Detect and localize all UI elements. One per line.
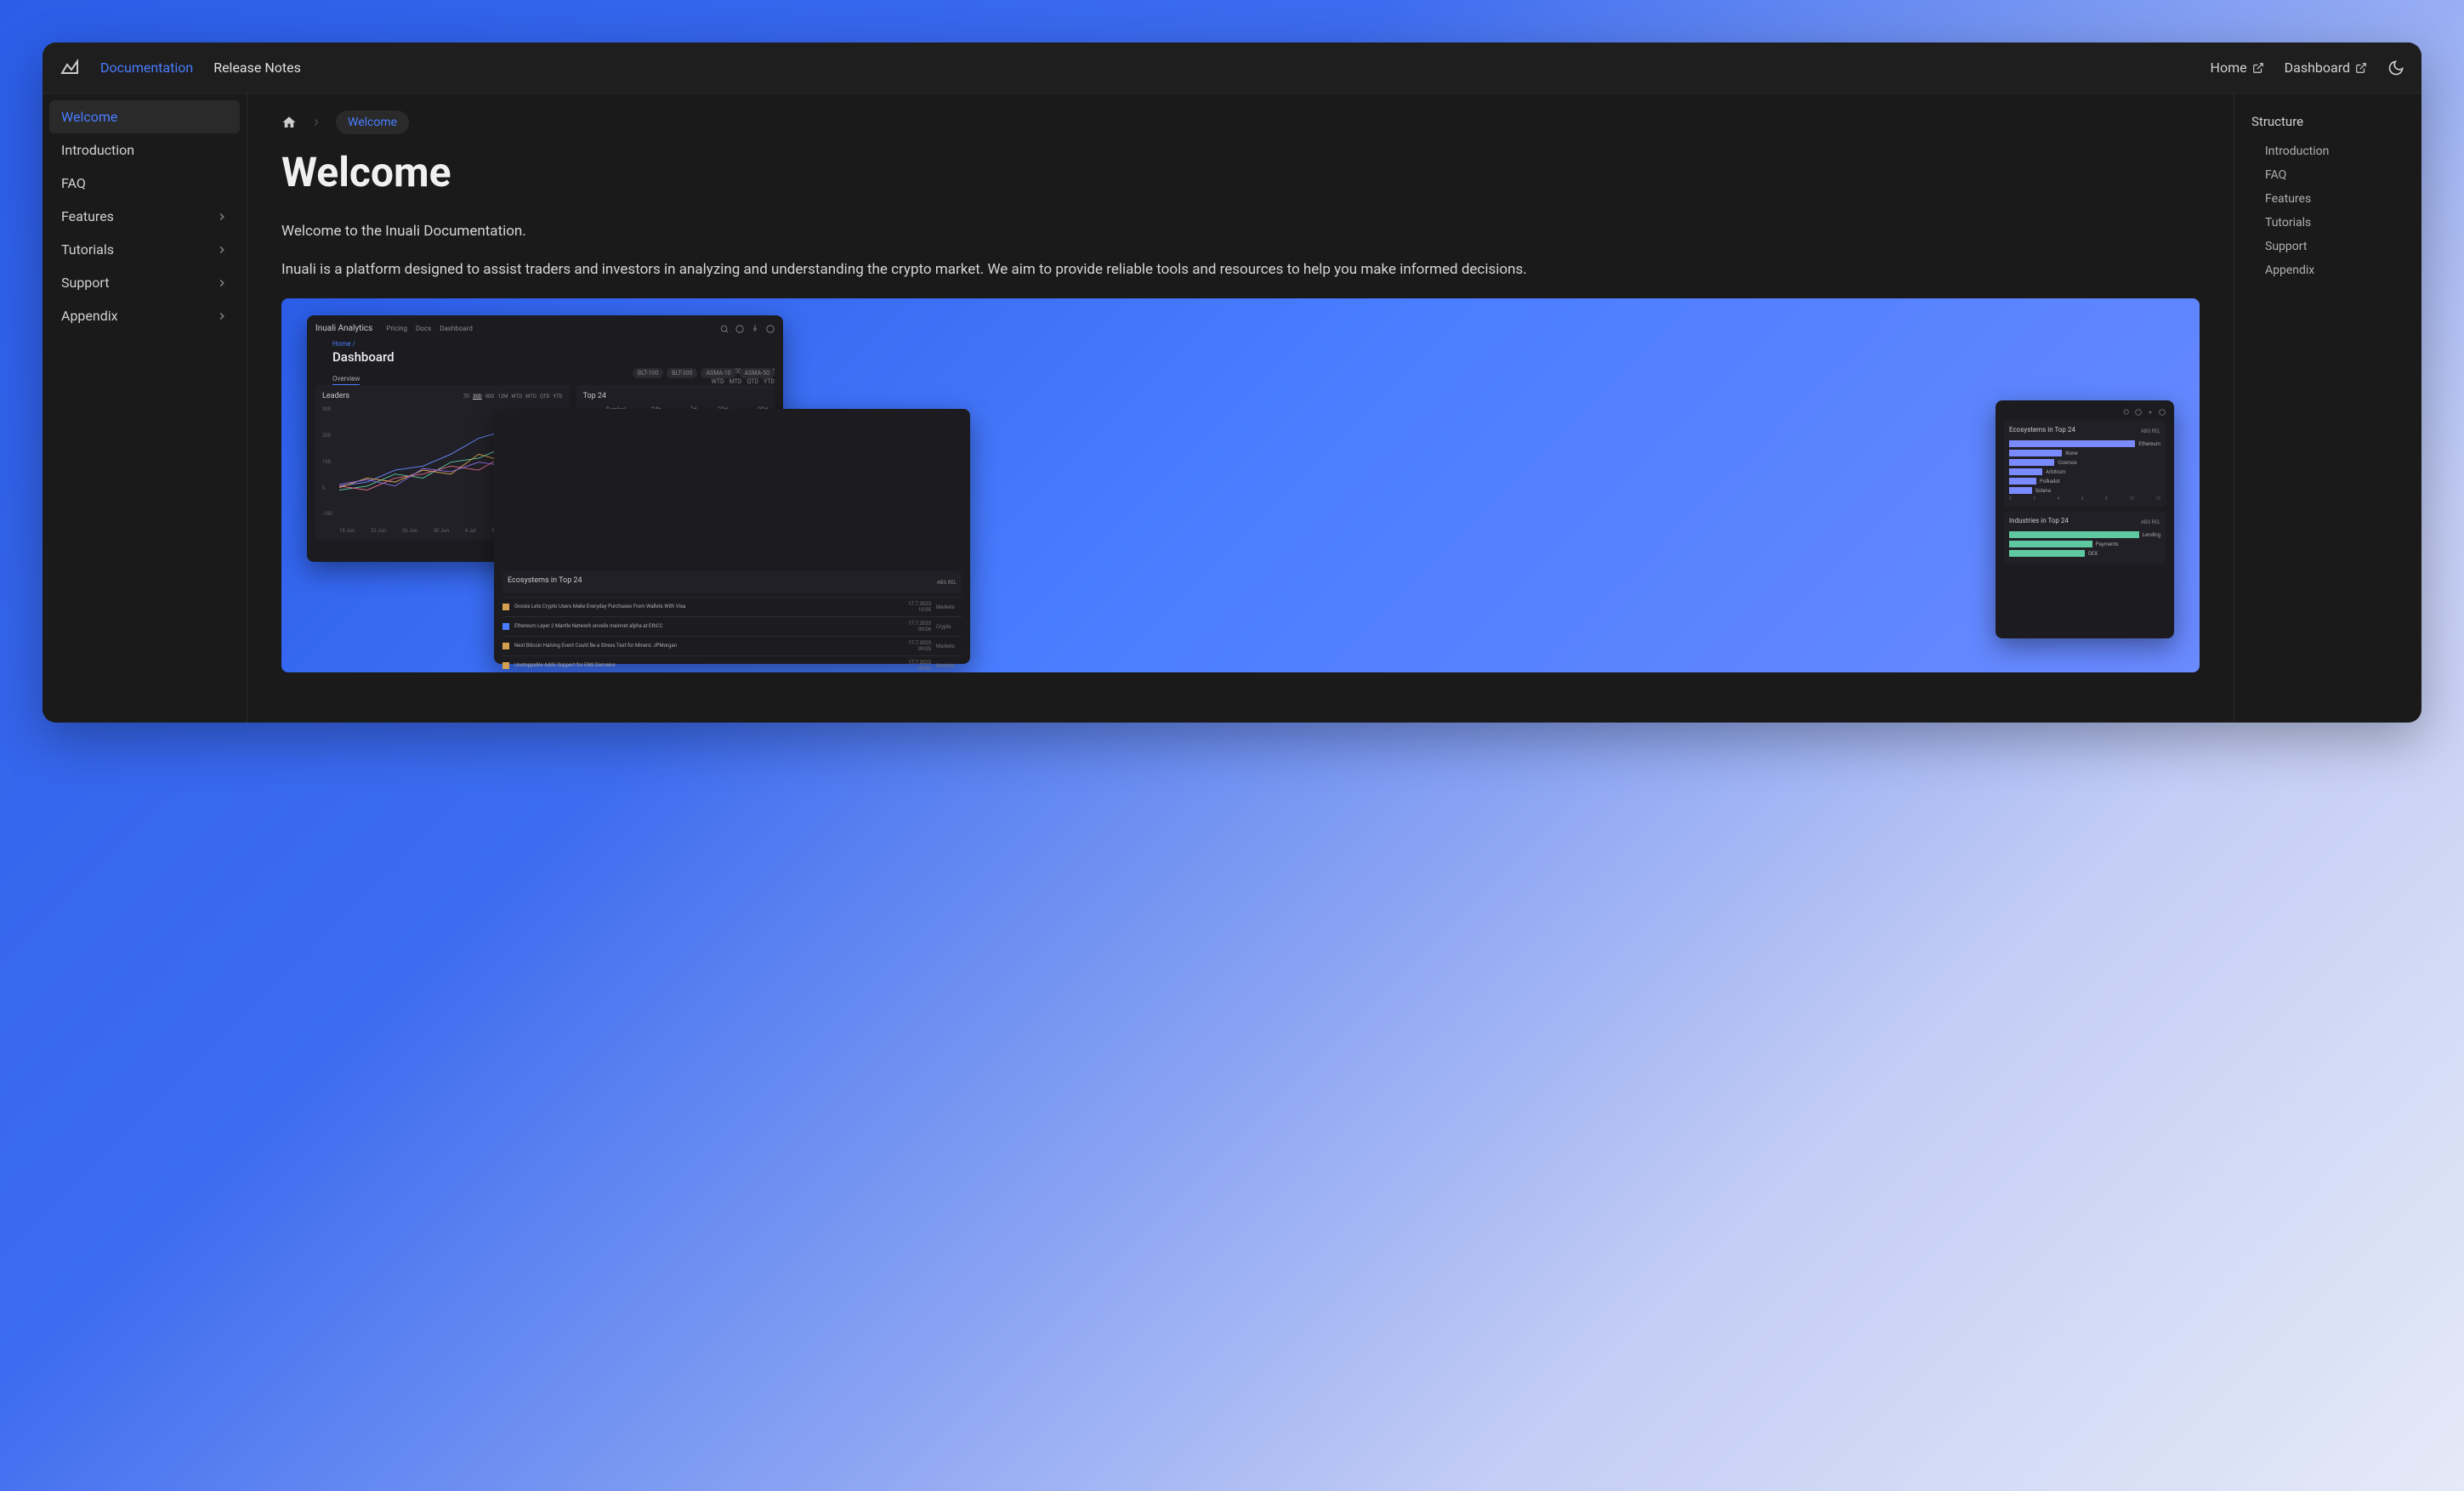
sidebar-left: Welcome Introduction FAQ Features Tutori… [43, 94, 247, 723]
toc-item-features[interactable]: Features [2251, 187, 2404, 211]
mock-ecosystems-window: Ecosystems in Top 24 ABS REL EthereumNon… [1996, 400, 2174, 638]
tab-documentation[interactable]: Documentation [100, 60, 193, 76]
sidebar-item-introduction[interactable]: Introduction [49, 133, 240, 167]
search-icon [2123, 409, 2130, 416]
logo-icon[interactable] [60, 58, 80, 78]
toc-title: Structure [2251, 114, 2404, 129]
news-row: Unstoppable Adds Support for ENS Domains… [502, 655, 962, 672]
search-icon [720, 325, 729, 333]
external-link-icon [2252, 62, 2264, 74]
tab-release-notes[interactable]: Release Notes [213, 60, 301, 76]
link-home-label: Home [2211, 60, 2247, 76]
link-dashboard[interactable]: Dashboard [2285, 60, 2367, 76]
sidebar-item-label: FAQ [61, 175, 86, 191]
main-content: Welcome Welcome Welcome to the Inuali Do… [247, 94, 2234, 723]
header: Documentation Release Notes Home Dashboa… [43, 43, 2421, 94]
breadcrumb: Welcome [281, 111, 2200, 134]
page-title: Welcome [281, 148, 2200, 196]
toc-item-tutorials[interactable]: Tutorials [2251, 211, 2404, 235]
toc-item-support[interactable]: Support [2251, 235, 2404, 258]
sidebar-item-label: Support [61, 275, 109, 291]
user-icon [2159, 409, 2166, 416]
toc-item-introduction[interactable]: Introduction [2251, 139, 2404, 163]
news-row: Ethereum Layer 2 Mantle Network unveils … [502, 616, 962, 636]
chevron-right-icon [216, 310, 228, 322]
external-link-icon [2355, 62, 2367, 74]
nav-tabs: Documentation Release Notes [100, 60, 2211, 76]
news-row: Next Bitcoin Halving Event Could Be a St… [502, 636, 962, 655]
info-icon [2135, 409, 2142, 416]
chevron-right-icon [216, 277, 228, 289]
intro-paragraph-1: Welcome to the Inuali Documentation. [281, 220, 2200, 243]
chevron-right-icon [216, 211, 228, 223]
news-row: Gnosis Lets Crypto Users Make Everyday P… [502, 597, 962, 616]
breadcrumb-current: Welcome [336, 111, 409, 134]
body-layout: Welcome Introduction FAQ Features Tutori… [43, 94, 2421, 723]
toc-item-appendix[interactable]: Appendix [2251, 258, 2404, 282]
sidebar-item-label: Appendix [61, 308, 118, 324]
mock-brand: Inuali Analytics [315, 324, 372, 333]
theme-toggle-icon[interactable] [2387, 60, 2404, 77]
chevron-right-icon [310, 116, 322, 128]
toc-item-faq[interactable]: FAQ [2251, 163, 2404, 187]
info-icon [735, 325, 744, 333]
sidebar-item-appendix[interactable]: Appendix [49, 299, 240, 332]
sidebar-item-faq[interactable]: FAQ [49, 167, 240, 200]
chevron-right-icon [216, 244, 228, 256]
mock-news-window: Ecosystems in Top 24 ABS REL Gnosis Lets… [494, 409, 970, 664]
sidebar-item-label: Welcome [61, 109, 117, 125]
gear-icon [2147, 409, 2154, 416]
sidebar-item-support[interactable]: Support [49, 266, 240, 299]
home-icon[interactable] [281, 115, 297, 130]
link-home[interactable]: Home [2211, 60, 2264, 76]
sidebar-item-tutorials[interactable]: Tutorials [49, 233, 240, 266]
user-icon [766, 325, 775, 333]
sidebar-item-label: Features [61, 208, 114, 224]
link-dashboard-label: Dashboard [2285, 60, 2350, 76]
header-right: Home Dashboard [2211, 60, 2404, 77]
sidebar-item-features[interactable]: Features [49, 200, 240, 233]
hero-screenshot: Inuali Analytics Pricing Docs Dashboard [281, 298, 2200, 672]
sidebar-item-label: Introduction [61, 142, 134, 158]
gear-icon [751, 325, 759, 333]
app-window: Documentation Release Notes Home Dashboa… [43, 43, 2421, 723]
intro-paragraph-2: Inuali is a platform designed to assist … [281, 258, 2200, 281]
sidebar-right: Structure Introduction FAQ Features Tuto… [2234, 94, 2421, 723]
sidebar-item-welcome[interactable]: Welcome [49, 100, 240, 133]
sidebar-item-label: Tutorials [61, 241, 114, 258]
